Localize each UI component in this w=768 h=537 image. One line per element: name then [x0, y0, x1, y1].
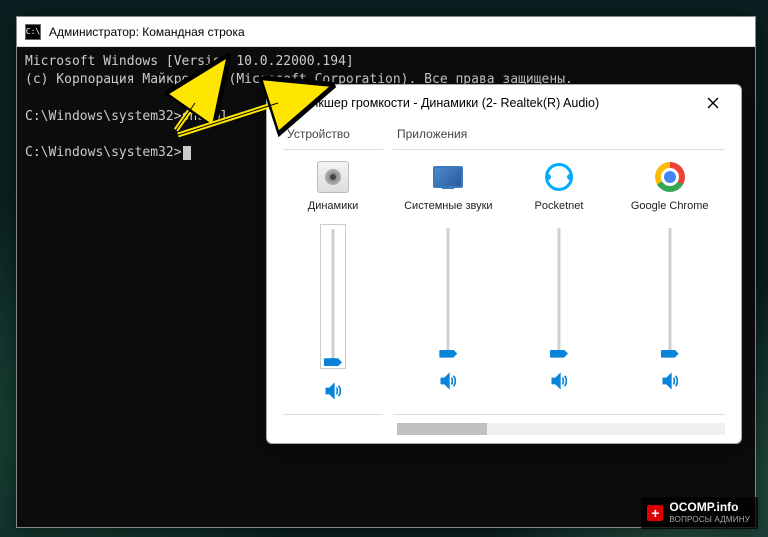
- watermark-plus-icon: +: [647, 505, 663, 521]
- mixer-titlebar[interactable]: Микшер громкости - Динамики (2- Realtek(…: [267, 85, 741, 121]
- monitor-icon[interactable]: [431, 160, 465, 194]
- device-channels: Динамики: [283, 149, 383, 415]
- app-label: Pocketnet: [535, 200, 584, 214]
- mixer-body: Устройство Динамики Приложения: [267, 121, 741, 419]
- volume-slider[interactable]: [320, 224, 346, 369]
- speaker-icon: [277, 93, 293, 114]
- cmd-prompt-path: C:\Windows\system32>: [25, 145, 182, 160]
- app-label: Системные звуки: [404, 200, 492, 214]
- watermark: + OCOMP.info ВОПРОСЫ АДМИНУ: [641, 497, 758, 529]
- close-button[interactable]: [695, 89, 731, 117]
- device-section: Устройство Динамики: [283, 127, 383, 415]
- cmd-title: Администратор: Командная строка: [49, 25, 245, 39]
- scrollbar-thumb[interactable]: [397, 423, 487, 435]
- volume-mixer-window: Микшер громкости - Динамики (2- Realtek(…: [266, 84, 742, 444]
- pocketnet-icon[interactable]: [542, 160, 576, 194]
- app-label: Google Chrome: [631, 200, 709, 214]
- device-channel: Динамики: [283, 150, 383, 414]
- apps-section: Приложения Системные звуки Pocketnet: [393, 127, 725, 415]
- cmd-line: Microsoft Windows [Version 10.0.22000.19…: [25, 53, 747, 71]
- watermark-tagline: ВОПРОСЫ АДМИНУ: [669, 515, 750, 524]
- apps-section-header: Приложения: [393, 127, 725, 141]
- device-section-header: Устройство: [283, 127, 383, 141]
- close-icon: [707, 97, 719, 109]
- mute-button[interactable]: [321, 379, 345, 403]
- cmd-prompt-path: C:\Windows\system32>: [25, 109, 182, 124]
- volume-slider[interactable]: [438, 224, 458, 359]
- app-channels: Системные звуки Pocketnet: [393, 149, 725, 415]
- volume-icon: [323, 381, 343, 401]
- volume-icon: [438, 371, 458, 391]
- chrome-icon[interactable]: [653, 160, 687, 194]
- app-channel: Pocketnet: [504, 150, 615, 414]
- app-channel: Системные звуки: [393, 150, 504, 414]
- speaker-device-icon[interactable]: [316, 160, 350, 194]
- mute-button[interactable]: [436, 369, 460, 393]
- cmd-command: sndvol: [182, 109, 229, 124]
- volume-slider[interactable]: [660, 224, 680, 359]
- cmd-titlebar[interactable]: C:\ Администратор: Командная строка: [17, 17, 755, 47]
- volume-icon: [660, 371, 680, 391]
- horizontal-scrollbar[interactable]: [397, 423, 725, 435]
- cmd-icon: C:\: [25, 24, 41, 40]
- volume-slider[interactable]: [549, 224, 569, 359]
- volume-icon: [549, 371, 569, 391]
- mute-button[interactable]: [658, 369, 682, 393]
- cmd-cursor: [183, 146, 191, 160]
- mute-button[interactable]: [547, 369, 571, 393]
- device-label: Динамики: [308, 200, 358, 214]
- watermark-brand: OCOMP.info: [669, 501, 750, 513]
- app-channel: Google Chrome: [614, 150, 725, 414]
- mixer-title: Микшер громкости - Динамики (2- Realtek(…: [301, 96, 687, 110]
